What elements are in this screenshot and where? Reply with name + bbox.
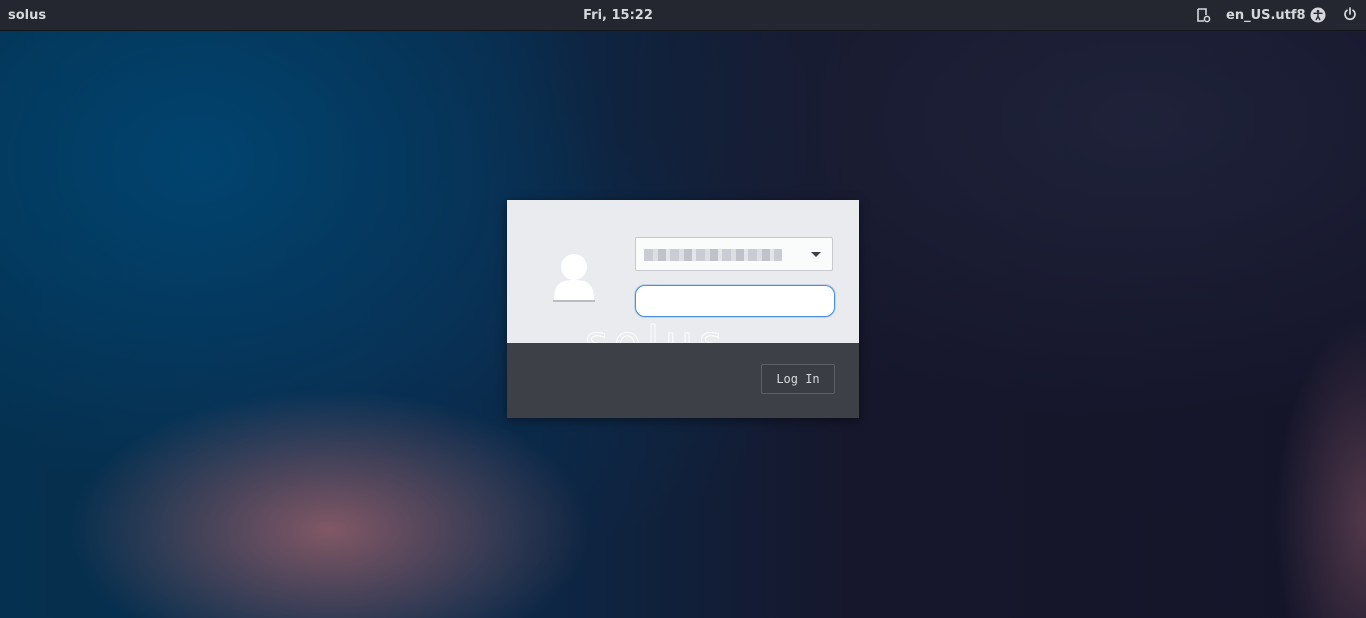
power-icon[interactable] bbox=[1342, 6, 1358, 22]
login-dialog: solus Log In bbox=[507, 200, 859, 418]
solus-watermark: solus bbox=[585, 317, 728, 343]
accessibility-icon[interactable] bbox=[1310, 7, 1326, 23]
user-avatar-icon bbox=[552, 250, 596, 304]
login-dialog-body: solus bbox=[507, 200, 859, 343]
locale-indicator[interactable]: en_US.utf8 bbox=[1226, 0, 1306, 31]
password-field[interactable] bbox=[635, 285, 835, 317]
top-panel: solus Fri, 15:22 en_US.utf8 bbox=[0, 0, 1366, 31]
selected-user bbox=[644, 249, 782, 261]
login-dialog-actions: Log In bbox=[507, 343, 859, 418]
distro-name: solus bbox=[8, 8, 47, 23]
layout-icon[interactable] bbox=[1195, 7, 1211, 23]
clock[interactable]: Fri, 15:22 bbox=[583, 0, 653, 31]
chevron-down-icon[interactable] bbox=[811, 252, 821, 257]
user-select[interactable] bbox=[635, 237, 833, 271]
login-button[interactable]: Log In bbox=[761, 364, 835, 394]
